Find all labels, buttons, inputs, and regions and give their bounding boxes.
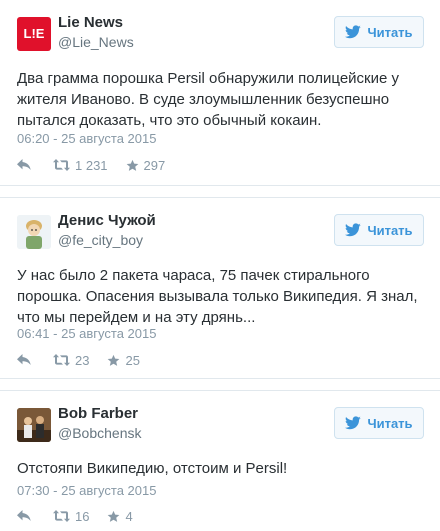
tweet-text: Два грамма порошка Persil обнаружили пол… — [17, 70, 399, 129]
reply-button[interactable] — [17, 159, 31, 171]
like-star-icon — [108, 354, 120, 366]
tweet-timestamp[interactable]: 06:20 - 25 августа 2015 — [17, 131, 156, 146]
author-name[interactable]: Lie News — [58, 14, 123, 31]
follow-button[interactable]: Читать — [334, 214, 424, 246]
twitter-bird-icon — [345, 416, 362, 430]
follow-label: Читать — [367, 415, 413, 431]
follow-label: Читать — [367, 222, 413, 238]
retweet-icon — [53, 510, 70, 522]
retweet-button[interactable]: 16 — [53, 509, 89, 524]
twitter-bird-icon — [345, 25, 362, 39]
reply-icon — [17, 159, 31, 170]
avatar-illustration — [17, 215, 51, 249]
retweet-count: 16 — [75, 508, 90, 524]
author-name[interactable]: Bob Farber — [58, 405, 138, 422]
tweet-text: У нас было 2 пакета чараса, 75 пачек сти… — [17, 267, 418, 326]
like-count: 297 — [143, 157, 166, 173]
like-button[interactable]: 4 — [107, 508, 133, 524]
author-handle[interactable]: @Bobchensk — [58, 425, 141, 441]
avatar[interactable] — [17, 215, 51, 249]
twitter-bird-icon — [345, 223, 362, 237]
retweet-icon — [53, 354, 70, 366]
retweet-count: 23 — [75, 352, 90, 368]
retweet-button[interactable]: 23 — [53, 353, 89, 368]
tweet-card: L!E Lie News @Lie_News Читать Два грамма… — [0, 0, 440, 186]
like-star-icon — [126, 159, 138, 171]
retweet-count: 1 231 — [75, 157, 108, 173]
tweet-card: Bob Farber @Bobchensk Читать Отстояпи Ви… — [0, 390, 440, 531]
follow-label: Читать — [367, 24, 413, 40]
like-star-icon — [108, 510, 120, 522]
follow-button[interactable]: Читать — [334, 16, 424, 48]
tweet-card: Денис Чужой @fe_city_boy Читать У нас бы… — [0, 197, 440, 379]
author-handle[interactable]: @Lie_News — [58, 34, 134, 50]
tweet-actions: 16 4 — [17, 507, 133, 525]
author-handle[interactable]: @fe_city_boy — [58, 232, 143, 248]
reply-button[interactable] — [17, 354, 31, 366]
like-button[interactable]: 297 — [126, 157, 166, 173]
tweet-feed: L!E Lie News @Lie_News Читать Два грамма… — [0, 0, 440, 531]
tweet-actions: 1 231 297 — [17, 156, 165, 174]
avatar-photo — [17, 408, 51, 442]
follow-button[interactable]: Читать — [334, 407, 424, 439]
tweet-actions: 23 25 — [17, 351, 140, 369]
avatar[interactable]: L!E — [17, 17, 51, 51]
like-count: 4 — [125, 508, 133, 524]
like-count: 25 — [125, 352, 140, 368]
tweet-text: Отстояпи Википедию, отстоим и Persil! — [17, 460, 288, 477]
tweet-timestamp[interactable]: 06:41 - 25 августа 2015 — [17, 326, 156, 341]
avatar-logo-text: L!E — [23, 26, 45, 41]
retweet-icon — [53, 159, 70, 171]
tweet-timestamp[interactable]: 07:30 - 25 августа 2015 — [17, 483, 156, 498]
reply-button[interactable] — [17, 510, 31, 522]
reply-icon — [17, 354, 31, 365]
reply-icon — [17, 510, 31, 521]
like-button[interactable]: 25 — [107, 352, 140, 368]
retweet-button[interactable]: 1 231 — [53, 158, 108, 173]
avatar[interactable] — [17, 408, 51, 442]
author-name[interactable]: Денис Чужой — [58, 212, 156, 229]
